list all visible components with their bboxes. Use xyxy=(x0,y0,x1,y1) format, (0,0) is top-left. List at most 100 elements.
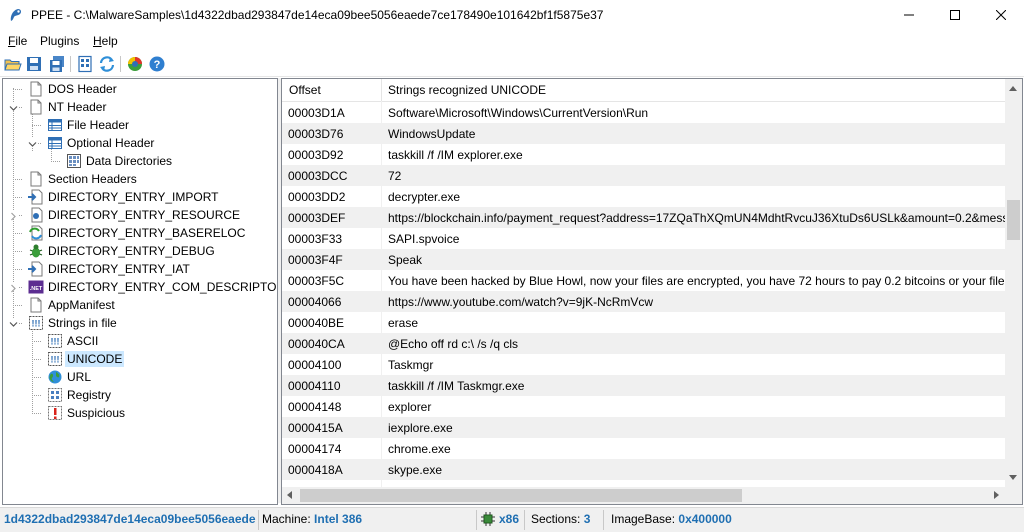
tree-guide-line xyxy=(32,341,41,342)
tree-item-directory-entry-basereloc[interactable]: DIRECTORY_ENTRY_BASERELOC xyxy=(3,224,275,242)
tree-item-registry[interactable]: Registry xyxy=(3,386,275,404)
refresh-icon[interactable] xyxy=(98,55,116,73)
status-imagebase-value: 0x400000 xyxy=(678,512,732,526)
help-icon[interactable]: ? xyxy=(148,55,166,73)
tree-item-suspicious[interactable]: Suspicious xyxy=(3,404,275,422)
tree-item-directory-entry-debug[interactable]: DIRECTORY_ENTRY_DEBUG xyxy=(3,242,275,260)
offset-cell: 00003D92 xyxy=(288,148,344,162)
menu-file[interactable]: File xyxy=(8,34,27,48)
table-row[interactable]: 00003DD2 decrypter.exe xyxy=(282,186,1006,207)
status-sections-label: Sections: xyxy=(531,512,581,526)
menu-bar: File Plugins Help xyxy=(0,31,1024,51)
tree-item-dos-header[interactable]: DOS Header xyxy=(3,80,275,98)
scroll-down-icon[interactable] xyxy=(1009,475,1017,480)
open-icon[interactable] xyxy=(4,55,22,73)
chevron-right-icon[interactable] xyxy=(9,210,18,221)
string-cell: @Echo off rd c:\ /s /q cls xyxy=(388,337,519,351)
chevron-down-icon[interactable] xyxy=(9,102,18,111)
table-row[interactable]: 00003D76 WindowsUpdate xyxy=(282,123,1006,144)
close-button[interactable] xyxy=(978,0,1024,31)
scroll-right-icon[interactable] xyxy=(994,491,999,499)
offset-cell: 000040CA xyxy=(288,337,345,351)
import-icon xyxy=(28,189,44,205)
chevron-right-icon[interactable] xyxy=(9,282,18,293)
title-bar: PPEE - C:\MalwareSamples\1d4322dbad29384… xyxy=(0,0,1024,31)
page-icon xyxy=(28,297,44,313)
column-divider[interactable] xyxy=(381,79,382,101)
virustotal-icon[interactable] xyxy=(126,55,144,73)
offset-cell: 00003F33 xyxy=(288,232,343,246)
tree-item-appmanifest[interactable]: AppManifest xyxy=(3,296,275,314)
save-icon[interactable] xyxy=(25,55,43,73)
tree-item-optional-header[interactable]: Optional Header xyxy=(3,134,275,152)
tree-item-directory-entry-iat[interactable]: DIRECTORY_ENTRY_IAT xyxy=(3,260,275,278)
maximize-button[interactable] xyxy=(932,0,978,31)
tree-item-label: Data Directories xyxy=(86,154,173,168)
tree-item-directory-entry-import[interactable]: DIRECTORY_ENTRY_IMPORT xyxy=(3,188,275,206)
table-row[interactable]: 00004174 chrome.exe xyxy=(282,438,1006,459)
tree-item-directory-entry-com-descriptor[interactable]: .NET DIRECTORY_ENTRY_COM_DESCRIPTOR xyxy=(3,278,277,296)
table-row[interactable]: 000040CA @Echo off rd c:\ /s /q cls xyxy=(282,333,1006,354)
save-all-icon[interactable] xyxy=(48,55,66,73)
table-row[interactable]: 00004100 Taskmgr xyxy=(282,354,1006,375)
minimize-button[interactable] xyxy=(886,0,932,31)
menu-file-label: ile xyxy=(15,34,28,48)
svg-text:!!!: !!! xyxy=(32,319,41,329)
status-machine-value: Intel 386 xyxy=(314,512,363,526)
tree-item-strings-in-file[interactable]: !!! Strings in file xyxy=(3,314,275,332)
tree-item-section-headers[interactable]: Section Headers xyxy=(3,170,275,188)
table-row[interactable]: 00003F4F Speak xyxy=(282,249,1006,270)
scroll-left-icon[interactable] xyxy=(287,491,292,499)
horizontal-scroll-thumb[interactable] xyxy=(300,489,742,502)
tree-item-data-directories[interactable]: Data Directories xyxy=(3,152,275,170)
table-row[interactable]: 00004110 taskkill /f /IM Taskmgr.exe xyxy=(282,375,1006,396)
table-row[interactable]: 0000418A skype.exe xyxy=(282,459,1006,480)
table-row[interactable]: 0000415A iexplore.exe xyxy=(282,417,1006,438)
tree-item-url[interactable]: URL xyxy=(3,368,275,386)
menu-plugins[interactable]: Plugins xyxy=(40,34,79,48)
table-row[interactable]: 00003D92 taskkill /f /IM explorer.exe xyxy=(282,144,1006,165)
bug-icon xyxy=(28,243,44,259)
column-header-offset[interactable]: Offset xyxy=(289,83,321,97)
tree-item-label: DIRECTORY_ENTRY_IMPORT xyxy=(48,190,219,204)
table-row[interactable]: 000040BE erase xyxy=(282,312,1006,333)
svg-text:.NET: .NET xyxy=(30,286,43,292)
menu-help-label: elp xyxy=(101,34,118,48)
menu-help[interactable]: Help xyxy=(93,34,118,48)
status-arch: x86 xyxy=(499,512,520,526)
table-row[interactable]: 00003DEF https://blockchain.info/payment_… xyxy=(282,207,1006,228)
status-separator xyxy=(258,510,259,530)
vertical-scroll-thumb[interactable] xyxy=(1007,200,1020,240)
string-cell: skype.exe xyxy=(388,463,443,477)
tree-item-unicode[interactable]: !!! UNICODE xyxy=(3,350,275,368)
tree-guide-line xyxy=(32,359,41,360)
status-imagebase-label: ImageBase: xyxy=(611,512,676,526)
table-row[interactable]: 00003DCC 72 xyxy=(282,165,1006,186)
status-imagebase: ImageBase: 0x400000 xyxy=(611,512,732,526)
chevron-down-icon[interactable] xyxy=(9,318,18,327)
vertical-scrollbar[interactable] xyxy=(1005,79,1022,487)
chevron-down-icon[interactable] xyxy=(28,138,37,147)
table-row[interactable]: 00003F5C You have been hacked by Blue How… xyxy=(282,270,1006,291)
offset-cell: 0000415A xyxy=(288,421,343,435)
string-cell: SAPI.spvoice xyxy=(388,232,460,246)
table-row[interactable]: 00004066 https://www.youtube.com/watch?v=… xyxy=(282,291,1006,312)
svg-text:!!!: !!! xyxy=(51,337,60,347)
offset-cell: 00003D76 xyxy=(288,127,344,141)
tree-panel[interactable]: DOS Header NT Header File Header Optional H… xyxy=(2,78,278,505)
column-header-strings[interactable]: Strings recognized UNICODE xyxy=(388,83,546,97)
offset-cell: 00004148 xyxy=(288,400,342,414)
table-row[interactable]: 00003F33 SAPI.spvoice xyxy=(282,228,1006,249)
table-row[interactable]: 00003D1A Software\Microsoft\Windows\Curre… xyxy=(282,102,1006,123)
tree-item-file-header[interactable]: File Header xyxy=(3,116,275,134)
scroll-up-icon[interactable] xyxy=(1009,86,1017,91)
table-row[interactable]: 00004148 explorer xyxy=(282,396,1006,417)
window-title: PPEE - C:\MalwareSamples\1d4322dbad29384… xyxy=(31,8,604,22)
string-cell: https://blockchain.info/payment_request?… xyxy=(388,211,1006,225)
tree-item-nt-header[interactable]: NT Header xyxy=(3,98,275,116)
tree-item-label: Strings in file xyxy=(48,316,117,330)
tree-item-directory-entry-resource[interactable]: DIRECTORY_ENTRY_RESOURCE xyxy=(3,206,275,224)
hex-view-icon[interactable] xyxy=(76,55,94,73)
horizontal-scrollbar[interactable] xyxy=(282,487,1005,504)
tree-item-ascii[interactable]: !!! ASCII xyxy=(3,332,275,350)
